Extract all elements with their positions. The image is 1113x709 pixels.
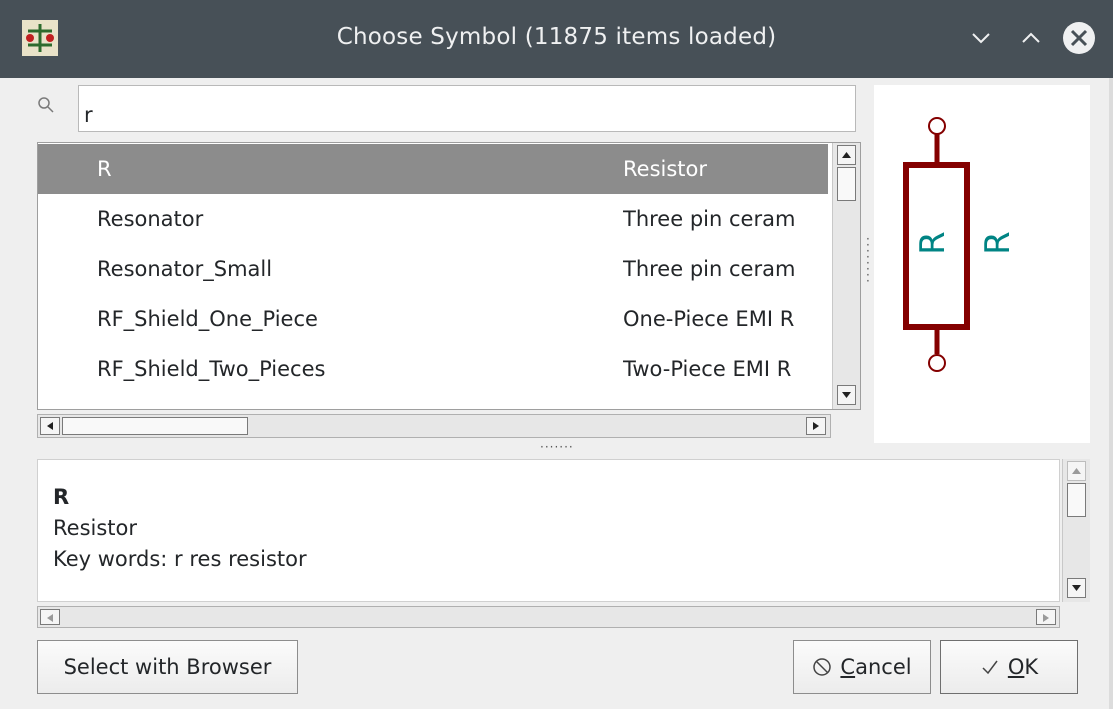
details-symbol-name: R xyxy=(53,485,70,509)
scroll-right-arrow[interactable] xyxy=(1036,609,1056,625)
symbol-description: Two-Piece EMI R xyxy=(623,357,792,381)
scroll-thumb[interactable] xyxy=(62,417,248,435)
scroll-up-arrow[interactable] xyxy=(1067,461,1086,481)
symbol-description: Three pin ceram xyxy=(623,257,796,281)
window-title: Choose Symbol (11875 items loaded) xyxy=(336,24,777,50)
cancel-label: Cancel xyxy=(840,655,912,679)
value-label: R xyxy=(978,231,1018,255)
arrow-down-icon xyxy=(1072,585,1081,591)
symbol-details: R Resistor Key words: r res resistor xyxy=(37,459,1060,602)
reference-label: R xyxy=(913,231,953,255)
close-icon[interactable] xyxy=(1060,19,1098,57)
tree-row[interactable]: RF_Shield_One_Piece One-Piece EMI R xyxy=(38,294,828,344)
details-description: Resistor xyxy=(53,516,137,540)
symbol-name: RF_Shield_One_Piece xyxy=(97,307,318,331)
minimize-icon[interactable] xyxy=(962,19,1000,57)
select-with-browser-button[interactable]: Select with Browser xyxy=(37,640,298,694)
tree-vertical-scrollbar[interactable] xyxy=(832,143,860,409)
scroll-thumb[interactable] xyxy=(837,167,856,201)
arrow-left-icon xyxy=(47,422,53,430)
cancel-button[interactable]: Cancel xyxy=(793,640,931,694)
symbol-tree[interactable]: R Resistor Resonator Three pin ceram Res… xyxy=(37,142,861,410)
symbol-name: Resonator xyxy=(97,207,204,231)
details-keywords: Key words: r res resistor xyxy=(53,547,307,571)
tree-row[interactable]: R Resistor xyxy=(38,144,828,194)
tree-row[interactable]: Resonator_Small Three pin ceram xyxy=(38,244,828,294)
select-with-browser-label: Select with Browser xyxy=(63,655,272,679)
symbol-description: Resistor xyxy=(623,157,707,181)
symbol-name: RF_Shield_Two_Pieces xyxy=(97,357,326,381)
arrow-up-icon xyxy=(842,152,851,158)
search-icon xyxy=(38,97,54,113)
ok-label: OK xyxy=(1007,655,1039,679)
scroll-left-arrow[interactable] xyxy=(40,417,60,435)
arrow-right-icon xyxy=(1043,614,1049,622)
scroll-left-arrow[interactable] xyxy=(40,609,60,625)
symbol-name: R xyxy=(97,157,112,181)
scroll-down-arrow[interactable] xyxy=(837,385,856,405)
search-input[interactable] xyxy=(78,85,856,132)
arrow-right-icon xyxy=(813,422,819,430)
checkmark-icon xyxy=(980,657,1000,677)
tree-row[interactable]: Resonator Three pin ceram xyxy=(38,194,828,244)
symbol-description: One-Piece EMI R xyxy=(623,307,795,331)
scroll-down-arrow[interactable] xyxy=(1067,578,1086,598)
cancel-icon xyxy=(812,657,832,677)
tree-row[interactable]: RF_Shield_Two_Pieces Two-Piece EMI R xyxy=(38,344,828,394)
arrow-down-icon xyxy=(842,392,851,398)
scroll-thumb[interactable] xyxy=(1067,483,1086,517)
symbol-description: Three pin ceram xyxy=(623,207,796,231)
maximize-icon[interactable] xyxy=(1012,19,1050,57)
symbol-preview: R R xyxy=(874,85,1090,443)
vertical-splitter-handle[interactable]: · · · · · · · · xyxy=(866,233,872,287)
title-bar[interactable]: Choose Symbol (11875 items loaded) xyxy=(0,0,1113,78)
tree-horizontal-scrollbar[interactable] xyxy=(37,414,831,438)
arrow-left-icon xyxy=(47,614,53,622)
horizontal-splitter-handle[interactable]: ······· xyxy=(540,441,574,453)
symbol-name: Resonator_Small xyxy=(97,257,273,281)
details-horizontal-scrollbar[interactable] xyxy=(37,606,1060,628)
window-border xyxy=(1109,78,1113,709)
scroll-up-arrow[interactable] xyxy=(837,145,856,165)
scroll-right-arrow[interactable] xyxy=(806,417,826,435)
details-vertical-scrollbar[interactable] xyxy=(1062,459,1090,602)
arrow-up-icon xyxy=(1072,468,1081,474)
ok-button[interactable]: OK xyxy=(940,640,1078,694)
